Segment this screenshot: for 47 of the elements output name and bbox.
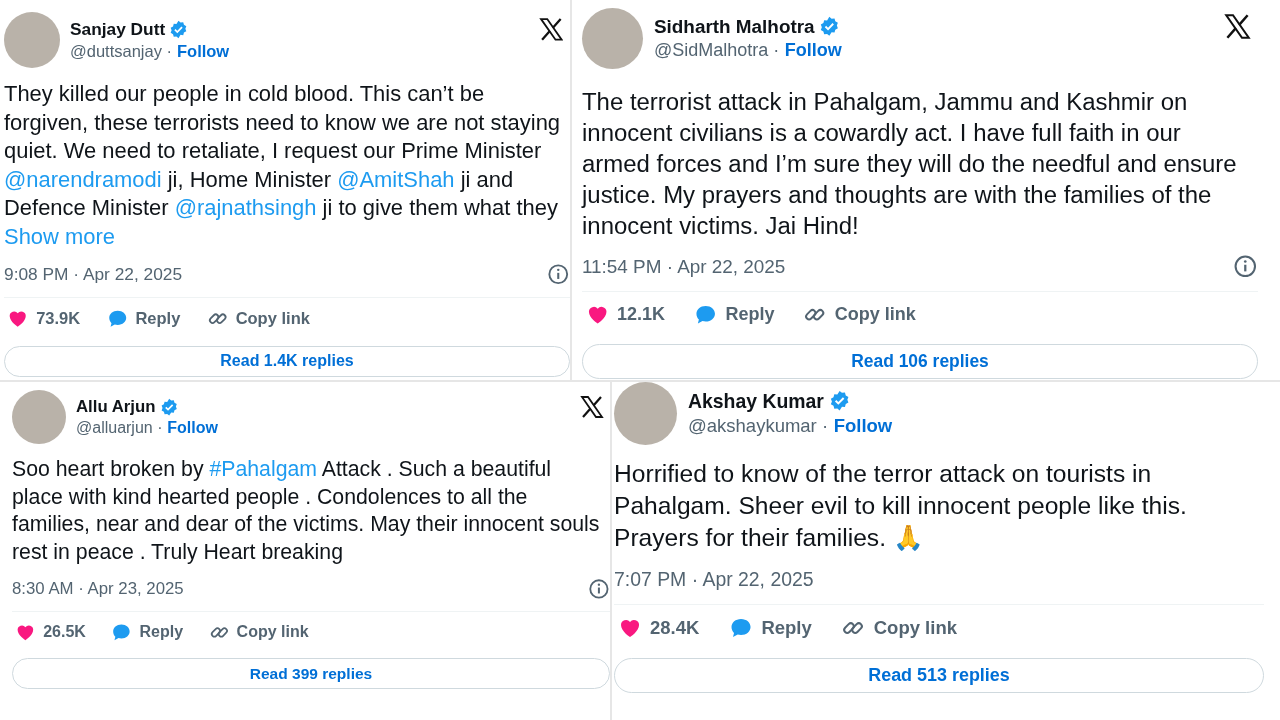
tweet-text: The terrorist attack in Pahalgam, Jammu and Kashmir on innocent civilians is a cowardly act. I have full faith in our armed forces and I’m sure they will do the needful and ensure justice. My prayers and thoughts are with the families of the innocent victims. Jai Hind! <box>582 86 1238 242</box>
user-name: Sanjay Dutt <box>70 18 166 40</box>
user-handle: @alluarjun · <box>76 419 163 438</box>
read-replies-button[interactable]: Read 1.4K replies <box>4 345 570 377</box>
read-replies-button[interactable]: Read 399 replies <box>12 658 610 689</box>
timestamp: 9:08 PM · Apr 22, 2025 <box>4 263 183 285</box>
mention-link[interactable]: @rajnathsingh <box>174 195 317 221</box>
user-name: Allu Arjun <box>76 397 156 417</box>
info-icon[interactable] <box>547 263 570 286</box>
follow-link[interactable]: Follow <box>176 42 230 62</box>
mention-link[interactable]: @AmitShah <box>337 166 455 192</box>
copy-link-button[interactable]: Copy link <box>841 611 957 644</box>
user-name: Sidharth Malhotra <box>654 15 815 38</box>
x-logo-icon[interactable] <box>538 16 564 42</box>
tweet-text: Horrified to know of the terror attack on tourists in Pahalgam. Sheer evil to kill innocent people like this. Prayers for their families. 🙏 <box>614 459 1188 554</box>
read-replies-button[interactable]: Read 106 replies <box>582 344 1258 380</box>
info-icon[interactable] <box>588 578 610 600</box>
reply-button[interactable]: Reply <box>106 304 181 333</box>
reply-button[interactable]: Reply <box>693 299 775 331</box>
like-button[interactable]: 12.1K <box>585 299 666 331</box>
copy-link-button[interactable]: Copy link <box>208 618 309 646</box>
like-button[interactable]: 26.5K <box>15 618 86 646</box>
user-name: Akshay Kumar <box>688 389 824 413</box>
mention-link[interactable]: #Pahalgam <box>209 457 318 482</box>
timestamp: 7:07 PM · Apr 22, 2025 <box>614 567 814 591</box>
timestamp: 11:54 PM · Apr 22, 2025 <box>582 255 786 278</box>
user-handle: @SidMalhotra · <box>654 40 780 62</box>
timestamp: 8:30 AM · Apr 23, 2025 <box>12 579 184 600</box>
copy-link-button[interactable]: Copy link <box>803 299 916 331</box>
reply-button[interactable]: Reply <box>729 611 812 644</box>
mention-link[interactable]: @narendramodi <box>4 166 162 192</box>
follow-link[interactable]: Follow <box>784 40 842 62</box>
tweet-text: They killed our people in cold blood. This can’t be forgiven, these terrorists need to know we are not staying quiet. We need to retaliate, I request our Prime Minister @narendramodi ji, Home Minister @AmitShah ji and Defence Minister @rajnathsingh ji to give them what they Show more <box>4 80 562 251</box>
follow-link[interactable]: Follow <box>167 419 218 438</box>
x-logo-icon[interactable] <box>1223 13 1251 41</box>
like-button[interactable]: 73.9K <box>7 304 81 333</box>
info-icon[interactable] <box>1233 254 1258 279</box>
tweet-text: Soo heart broken by #Pahalgam Attack . Such a beautiful place with kind hearted people . Condolences to all the families, near and dear of the victims. May their innocent souls rest in peace . Truly Heart breaking <box>12 456 601 567</box>
read-replies-button[interactable]: Read 513 replies <box>614 657 1264 694</box>
follow-link[interactable]: Follow <box>833 415 893 438</box>
copy-link-button[interactable]: Copy link <box>206 304 310 333</box>
user-handle: @duttsanjay · <box>70 42 173 62</box>
user-handle: @akshaykumar · <box>688 415 829 438</box>
show-more-link[interactable]: Show more <box>4 223 115 249</box>
like-button[interactable]: 28.4K <box>617 611 700 644</box>
x-logo-icon[interactable] <box>579 394 604 419</box>
reply-button[interactable]: Reply <box>111 618 184 646</box>
